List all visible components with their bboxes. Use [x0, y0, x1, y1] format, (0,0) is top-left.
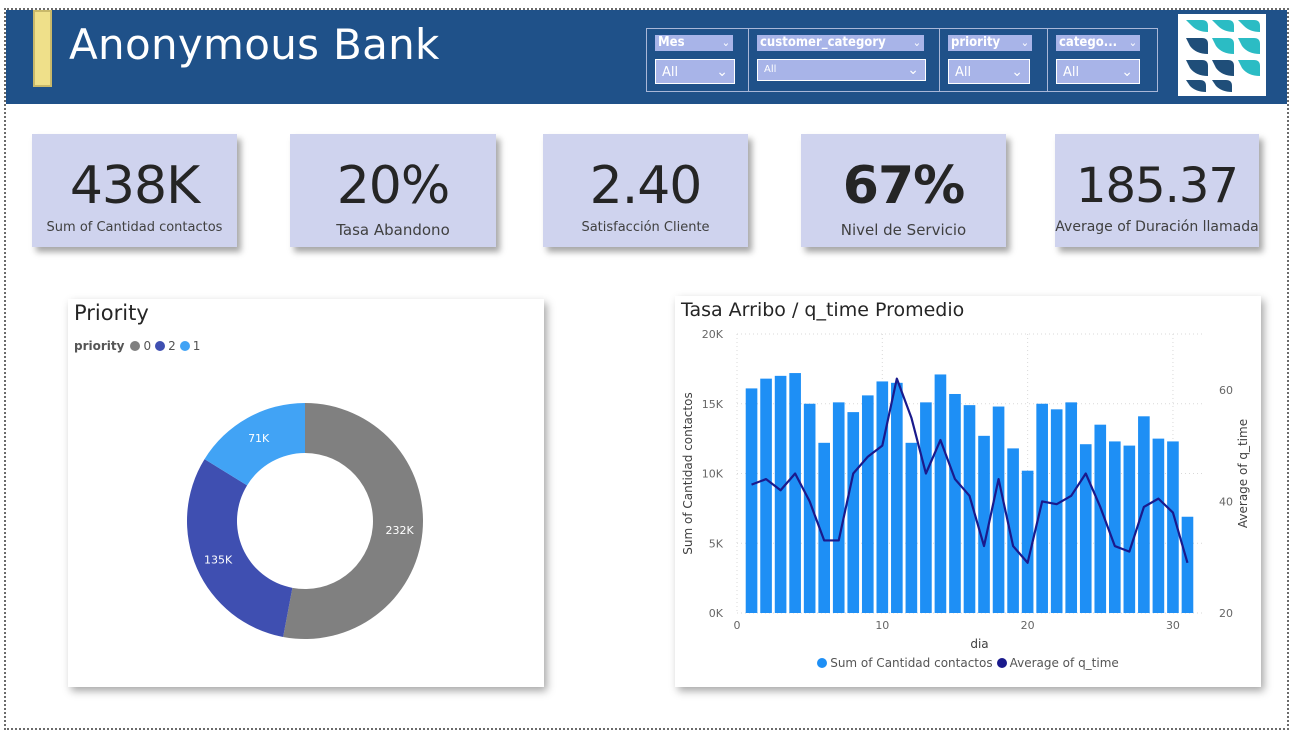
y-tick-label: 5K: [709, 537, 724, 550]
header-accent-bar: [33, 10, 52, 87]
chevron-down-icon: ⌄: [1128, 36, 1137, 49]
slicer-customer-category[interactable]: customer_category ⌄ All ⌄: [749, 29, 940, 91]
kpi-label: Sum of Cantidad contactos: [46, 220, 223, 235]
slice-data-label: 232K: [385, 524, 414, 537]
bar[interactable]: [774, 375, 787, 613]
report-header: Anonymous Bank Mes ⌄ All ⌄ customer_catego…: [6, 10, 1287, 104]
slicer-dropdown[interactable]: All ⌄: [655, 59, 735, 84]
bar[interactable]: [949, 393, 961, 613]
bar[interactable]: [1036, 403, 1048, 613]
legend-label: Sum of Cantidad contactos: [830, 656, 993, 670]
kpi-label: Average of Duración llamada: [1055, 219, 1259, 235]
arrival-qtime-visual[interactable]: Tasa Arribo / q_time Promedio 0K 5K 10K 15K…: [675, 296, 1261, 687]
y2-axis-title: Average of q_time: [1236, 419, 1250, 528]
bar[interactable]: [760, 378, 772, 613]
priority-donut-visual[interactable]: Priority priority 021 232K 135K 71K: [68, 299, 544, 687]
bar[interactable]: [847, 412, 860, 613]
y-tick-label: 20K: [702, 328, 724, 341]
legend-dot: [817, 658, 828, 668]
bar[interactable]: [1050, 409, 1063, 613]
bar[interactable]: [745, 388, 758, 613]
y2-tick-label: 20: [1219, 607, 1233, 620]
chevron-down-icon: ⌄: [721, 36, 730, 49]
legend-label: Average of q_time: [1009, 656, 1119, 670]
chevron-down-icon: ⌄: [1121, 64, 1133, 80]
x-tick-label: 0: [734, 619, 741, 632]
kpi-label: Nivel de Servicio: [840, 221, 967, 239]
chevron-down-icon: ⌄: [1011, 64, 1023, 80]
donut-slice[interactable]: [186, 459, 293, 637]
kpi-value: 67%: [842, 156, 965, 216]
y-axis-title: Sum of Cantidad contactos: [681, 392, 695, 554]
kpi-card-satisfaccion[interactable]: 2.40 Satisfacción Cliente: [543, 134, 748, 247]
y-tick-label: 15K: [702, 398, 724, 411]
y-tick-label: 0K: [709, 607, 724, 620]
slicer-title: catego... ⌄: [1056, 35, 1140, 51]
bar[interactable]: [1109, 441, 1121, 613]
slicer-dropdown[interactable]: All ⌄: [1056, 59, 1140, 84]
bank-logo-icon: [1178, 14, 1266, 96]
slice-data-label: 135K: [204, 553, 233, 566]
bar[interactable]: [1065, 402, 1078, 613]
kpi-label: Tasa Abandono: [336, 221, 450, 239]
bar[interactable]: [861, 395, 874, 613]
bar[interactable]: [905, 442, 918, 613]
x-axis-title: dia: [970, 637, 988, 651]
chevron-down-icon: ⌄: [1020, 36, 1029, 49]
y-tick-label: 10K: [702, 468, 724, 481]
slicer-priority[interactable]: priority ⌄ All ⌄: [940, 29, 1048, 91]
kpi-card-tasa-abandono[interactable]: 20% Tasa Abandono: [290, 134, 496, 247]
bar[interactable]: [1123, 445, 1136, 613]
kpi-card-duracion-llamada[interactable]: 185.37 Average of Duración llamada: [1055, 134, 1259, 247]
chevron-down-icon: ⌄: [907, 62, 919, 78]
slicer-category[interactable]: catego... ⌄ All ⌄: [1048, 29, 1157, 91]
bar[interactable]: [920, 402, 932, 613]
bar[interactable]: [832, 402, 845, 613]
kpi-label: Satisfacción Cliente: [581, 220, 710, 235]
legend-dot: [996, 658, 1007, 668]
donut-chart: 232K 135K 71K: [186, 403, 423, 639]
bar[interactable]: [876, 381, 889, 613]
chart-legend: Sum of Cantidad contactos Average of q_ti…: [675, 656, 1261, 671]
y2-tick-label: 60: [1219, 384, 1233, 397]
slicer-title: Mes ⌄: [655, 35, 733, 51]
slicer-panel: Mes ⌄ All ⌄ customer_category ⌄ All ⌄ priori…: [646, 28, 1158, 92]
kpi-value: 438K: [69, 156, 200, 216]
bar[interactable]: [992, 406, 1005, 613]
kpi-card-nivel-servicio[interactable]: 67% Nivel de Servicio: [801, 134, 1006, 247]
bar[interactable]: [891, 382, 903, 613]
bar[interactable]: [1181, 516, 1194, 613]
bar[interactable]: [789, 373, 801, 613]
combo-chart: 0K 5K 10K 15K 20K 0 10 20 30 20 40 60 dia Sum of Cant…: [681, 328, 1250, 651]
x-tick-label: 10: [875, 619, 889, 632]
slice-data-label: 71K: [248, 432, 270, 445]
bar[interactable]: [1152, 438, 1165, 613]
x-tick-label: 30: [1166, 619, 1180, 632]
bar[interactable]: [934, 374, 947, 613]
slicer-dropdown[interactable]: All ⌄: [757, 59, 926, 81]
y2-tick-label: 40: [1219, 495, 1233, 508]
kpi-card-contactos[interactable]: 438K Sum of Cantidad contactos: [32, 134, 237, 247]
kpi-value: 185.37: [1076, 158, 1239, 214]
legend-item[interactable]: Average of q_time: [996, 656, 1119, 670]
x-tick-label: 20: [1021, 619, 1035, 632]
bar[interactable]: [803, 403, 816, 613]
chevron-down-icon: ⌄: [912, 36, 921, 49]
report-title: Anonymous Bank: [69, 20, 440, 69]
bar[interactable]: [1138, 416, 1150, 613]
bar[interactable]: [1079, 444, 1092, 613]
legend-item[interactable]: Sum of Cantidad contactos: [817, 656, 993, 670]
slicer-dropdown[interactable]: All ⌄: [948, 59, 1030, 84]
slicer-title: customer_category ⌄: [757, 35, 924, 51]
slicer-title: priority ⌄: [948, 35, 1032, 51]
slicer-mes[interactable]: Mes ⌄ All ⌄: [647, 29, 749, 91]
kpi-value: 2.40: [589, 156, 703, 216]
kpi-value: 20%: [336, 156, 451, 216]
chevron-down-icon: ⌄: [716, 64, 728, 80]
